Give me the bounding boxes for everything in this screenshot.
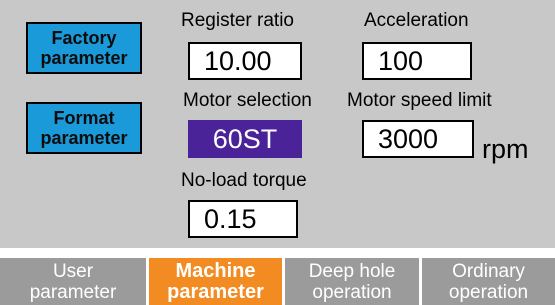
rpm-unit: rpm xyxy=(482,134,529,164)
factory-parameter-label-line1: Factory xyxy=(51,28,117,48)
format-parameter-label-line1: Format xyxy=(53,108,115,128)
motor-selection-field[interactable]: 60ST xyxy=(188,120,302,158)
tab-user-parameter-line2: parameter xyxy=(29,281,117,303)
register-ratio-label: Register ratio xyxy=(181,10,294,31)
tab-machine-parameter-line2: parameter xyxy=(167,280,264,303)
acceleration-label: Acceleration xyxy=(364,10,469,31)
screen: Factory parameter Format parameter Regis… xyxy=(0,0,555,305)
tab-deep-hole-operation[interactable]: Deep hole operation xyxy=(285,258,419,305)
acceleration-field[interactable]: 100 xyxy=(362,42,472,80)
tab-ordinary-operation[interactable]: Ordinary operation xyxy=(422,258,555,305)
no-load-torque-label: No-load torque xyxy=(181,170,307,191)
tab-deep-hole-operation-line2: operation xyxy=(312,281,392,303)
format-parameter-button[interactable]: Format parameter xyxy=(26,102,142,154)
motor-selection-label: Motor selection xyxy=(183,90,312,111)
tab-ordinary-operation-line2: operation xyxy=(448,281,529,303)
format-parameter-label-line2: parameter xyxy=(40,128,128,148)
tab-ordinary-operation-line1: Ordinary xyxy=(452,260,525,282)
tab-user-parameter-line1: User xyxy=(52,260,94,282)
motor-speed-limit-label: Motor speed limit xyxy=(347,90,492,111)
factory-parameter-label-line2: parameter xyxy=(40,48,128,68)
register-ratio-field[interactable]: 10.00 xyxy=(188,42,302,80)
tab-machine-parameter[interactable]: Machine parameter xyxy=(149,258,282,305)
factory-parameter-button[interactable]: Factory parameter xyxy=(26,22,142,74)
bottom-tab-bar: User parameter Machine parameter Deep ho… xyxy=(0,258,555,305)
parameter-panel: Factory parameter Format parameter Regis… xyxy=(0,0,555,248)
tab-user-parameter[interactable]: User parameter xyxy=(0,258,146,305)
tab-deep-hole-operation-line1: Deep hole xyxy=(308,260,396,282)
tab-machine-parameter-line1: Machine xyxy=(175,259,256,282)
motor-speed-limit-field[interactable]: 3000 xyxy=(362,120,474,158)
no-load-torque-field[interactable]: 0.15 xyxy=(188,200,298,238)
